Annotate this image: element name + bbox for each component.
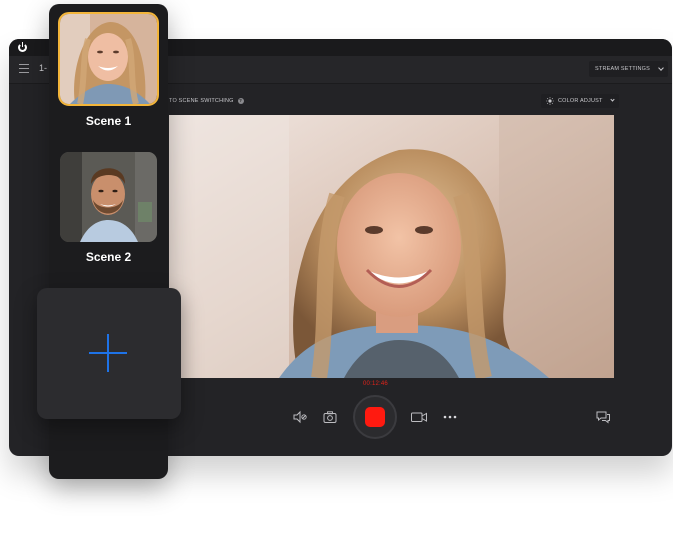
scene-2-image <box>60 152 157 242</box>
add-scene-button[interactable] <box>37 288 181 419</box>
chevron-down-icon <box>609 97 615 102</box>
stage: 1- STREAM SETTINGS TO SCENE SWITCHING ? <box>0 0 673 539</box>
color-adjust-button[interactable]: COLOR ADJUST <box>541 94 619 108</box>
hamburger-menu-icon[interactable] <box>19 64 29 73</box>
video-camera-icon[interactable] <box>410 410 428 424</box>
scene-1-image <box>60 14 157 104</box>
video-preview-image <box>169 115 614 378</box>
chevron-down-icon <box>658 65 664 71</box>
chat-icon[interactable] <box>595 410 611 424</box>
auto-scene-switching[interactable]: TO SCENE SWITCHING ? <box>169 98 244 104</box>
scene-1-thumbnail[interactable] <box>58 12 159 106</box>
video-preview <box>169 115 614 378</box>
scene-2-label: Scene 2 <box>85 250 132 264</box>
stream-settings-button[interactable]: STREAM SETTINGS <box>589 61 668 77</box>
recording-timer: 00:12:46 <box>363 381 388 387</box>
session-label: 1- <box>39 63 48 73</box>
camera-snapshot-icon[interactable] <box>322 410 338 424</box>
plus-icon-horizontal <box>89 352 127 354</box>
scene-2-thumbnail[interactable] <box>60 152 157 242</box>
record-stop-icon <box>365 407 385 427</box>
scene-1-label: Scene 1 <box>85 114 132 128</box>
sun-icon <box>546 97 554 105</box>
auto-scene-switching-label: TO SCENE SWITCHING <box>169 98 234 104</box>
help-icon[interactable]: ? <box>237 98 244 104</box>
record-button[interactable] <box>353 395 397 439</box>
more-icon[interactable] <box>442 410 458 424</box>
mic-icon[interactable] <box>292 410 308 424</box>
color-adjust-label: COLOR ADJUST <box>558 98 603 104</box>
stream-settings-label: STREAM SETTINGS <box>595 66 650 72</box>
app-logo-icon <box>18 42 27 52</box>
